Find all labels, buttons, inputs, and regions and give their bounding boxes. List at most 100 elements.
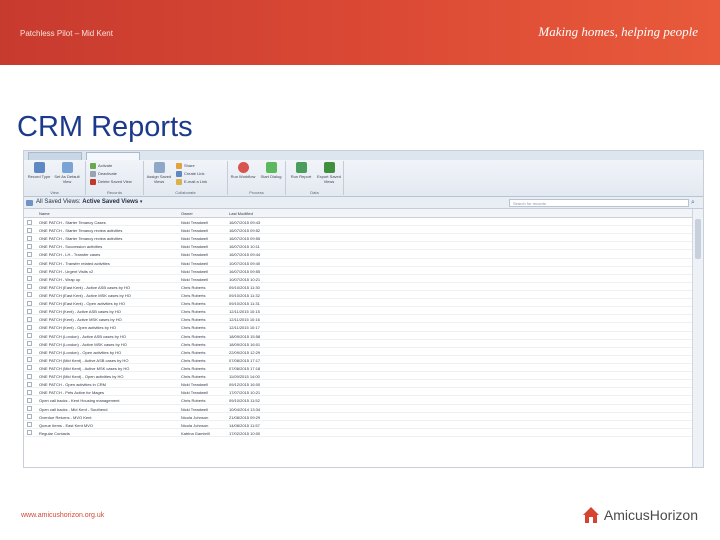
table-row[interactable]: Queue Items - East Kent MVO Nicola Johnso…	[24, 421, 694, 429]
table-row[interactable]: ONE PATCH (London) - Open activities by …	[24, 348, 694, 356]
view-selector[interactable]: All Saved Views: Active Saved Views ▾	[36, 199, 142, 205]
row-checkbox[interactable]	[27, 406, 32, 412]
row-checkbox[interactable]	[27, 397, 32, 403]
row-checkbox[interactable]	[27, 243, 32, 249]
table-row[interactable]: ONE PATCH - Urgent Visits x2 Nicki Treadw…	[24, 267, 694, 275]
record-type-button[interactable]: Record Type	[26, 162, 52, 179]
row-name[interactable]: ONE PATCH (London) - Active MSK cases by…	[39, 342, 127, 347]
row-name[interactable]: Open call backs - Kent Housing managemen…	[39, 398, 120, 403]
search-input[interactable]: Search for records	[509, 199, 689, 207]
row-checkbox[interactable]	[27, 373, 32, 379]
table-row[interactable]: ONE PATCH - LH - Transfer cases Nicki Tre…	[24, 250, 694, 259]
row-checkbox[interactable]	[27, 341, 32, 347]
grid-scrollbar[interactable]	[692, 209, 703, 467]
row-name[interactable]: Open call backs - Mid Kent - Southend	[39, 407, 107, 412]
row-name[interactable]: ONE PATCH - Urgent Visits x2	[39, 269, 93, 274]
row-checkbox[interactable]	[27, 349, 32, 355]
row-checkbox[interactable]	[27, 357, 32, 363]
row-name[interactable]: ONE PATCH (Mid Kent) - Active MSK cases …	[39, 366, 129, 371]
column-header-name[interactable]: Name	[39, 211, 50, 216]
table-row[interactable]: Regular Contacts Katrina Gambrill 17/02/20…	[24, 429, 694, 437]
column-header-modified[interactable]: Last Modified	[229, 211, 253, 216]
row-checkbox[interactable]	[27, 316, 32, 322]
row-name[interactable]: ONE PATCH - Open activities in CRM	[39, 382, 106, 387]
table-row[interactable]: ONE PATCH - Starter Tenancy Cases Nicki T…	[24, 218, 694, 227]
row-name[interactable]: Overdue Returns - MVO Kent	[39, 415, 91, 420]
row-name[interactable]: Regular Contacts	[39, 431, 70, 436]
table-row[interactable]: ONE PATCH (Kent) - Active ASB cases by H…	[24, 307, 694, 316]
row-checkbox[interactable]	[27, 251, 32, 257]
search-icon[interactable]: ⌕	[691, 199, 699, 207]
share-button[interactable]: Share	[176, 162, 195, 169]
row-checkbox[interactable]	[27, 365, 32, 371]
assign-saved-views-button[interactable]: Assign Saved Views	[146, 162, 172, 184]
row-checkbox[interactable]	[27, 284, 32, 290]
table-row[interactable]: ONE PATCH (London) - Active ASB cases by…	[24, 332, 694, 340]
row-name[interactable]: ONE PATCH (Kent) - Open activities by HO	[39, 325, 116, 330]
row-checkbox[interactable]	[27, 292, 32, 298]
row-checkbox[interactable]	[27, 389, 32, 395]
table-row[interactable]: ONE PATCH (Mid Kent) - Active MSK cases …	[24, 364, 694, 373]
row-checkbox[interactable]	[27, 381, 32, 387]
row-checkbox[interactable]	[27, 260, 32, 266]
row-name[interactable]: ONE PATCH - LH - Transfer cases	[39, 252, 100, 257]
ribbon-tab-file[interactable]	[28, 152, 82, 160]
activate-button[interactable]: Activate	[90, 162, 112, 169]
run-workflow-button[interactable]: Run Workflow	[230, 162, 256, 179]
footer-url[interactable]: www.amicushorizon.org.uk	[21, 512, 104, 519]
table-row[interactable]: Open call backs - Mid Kent - Southend Nic…	[24, 405, 694, 413]
row-name[interactable]: ONE PATCH (Mid Kent) - Active ASB cases …	[39, 358, 128, 363]
email-link-button[interactable]: E-mail a Link	[176, 178, 207, 185]
table-row[interactable]: ONE PATCH (Mid Kent) - Active ASB cases …	[24, 356, 694, 364]
export-saved-views-button[interactable]: Export Saved Views	[316, 162, 342, 184]
row-checkbox[interactable]	[27, 430, 32, 436]
row-name[interactable]: Queue Items - East Kent MVO	[39, 423, 93, 428]
row-name[interactable]: ONE PATCH (Kent) - Active MSK cases by H…	[39, 317, 122, 322]
table-row[interactable]: Open call backs - Kent Housing managemen…	[24, 396, 694, 405]
row-checkbox[interactable]	[27, 422, 32, 428]
table-row[interactable]: ONE PATCH - Open activities in CRM Nicki …	[24, 380, 694, 389]
start-dialog-button[interactable]: Start Dialog	[258, 162, 284, 179]
row-name[interactable]: ONE PATCH (London) - Active ASB cases by…	[39, 334, 126, 339]
row-checkbox[interactable]	[27, 235, 32, 241]
row-name[interactable]: ONE PATCH - Starter Tenancy Cases	[39, 220, 106, 225]
row-name[interactable]: ONE PATCH (London) - Open activities by …	[39, 350, 121, 355]
row-checkbox[interactable]	[27, 333, 32, 339]
row-checkbox[interactable]	[27, 324, 32, 330]
table-row[interactable]: ONE PATCH - Starter Tenancy review activ…	[24, 234, 694, 243]
row-name[interactable]: ONE PATCH - Wrap up	[39, 277, 80, 282]
set-default-view-button[interactable]: Set As Default View	[54, 162, 80, 184]
table-row[interactable]: ONE PATCH (Kent) - Open activities by HO…	[24, 323, 694, 332]
row-name[interactable]: ONE PATCH - Starter Tenancy review activ…	[39, 236, 122, 241]
table-row[interactable]: ONE PATCH (East Kent) - Active ASB cases…	[24, 283, 694, 291]
run-report-button[interactable]: Run Report	[288, 162, 314, 179]
row-name[interactable]: ONE PATCH - Pets Active for Mages	[39, 390, 104, 395]
row-checkbox[interactable]	[27, 227, 32, 233]
table-row[interactable]: ONE PATCH (Mid Kent) - Open activities b…	[24, 372, 694, 381]
deactivate-button[interactable]: Deactivate	[90, 170, 117, 177]
row-checkbox[interactable]	[27, 219, 32, 225]
ribbon-tab-saved-views[interactable]	[86, 152, 140, 160]
table-row[interactable]: Overdue Returns - MVO Kent Nicola Johnson…	[24, 413, 694, 421]
row-name[interactable]: ONE PATCH (Mid Kent) - Open activities b…	[39, 374, 124, 379]
row-name[interactable]: ONE PATCH - Transfer related activities	[39, 261, 110, 266]
row-name[interactable]: ONE PATCH (East Kent) - Active ASB cases…	[39, 285, 130, 290]
row-checkbox[interactable]	[27, 276, 32, 282]
row-checkbox[interactable]	[27, 308, 32, 314]
table-row[interactable]: ONE PATCH (East Kent) - Open activities …	[24, 299, 694, 308]
table-row[interactable]: ONE PATCH - Wrap up Nicki Treadwell 10/07/…	[24, 275, 694, 283]
row-name[interactable]: ONE PATCH (Kent) - Active ASB cases by H…	[39, 309, 121, 314]
table-row[interactable]: ONE PATCH (Kent) - Active MSK cases by H…	[24, 315, 694, 324]
row-name[interactable]: ONE PATCH (East Kent) - Active MSK cases…	[39, 293, 131, 298]
table-row[interactable]: ONE PATCH - Starter Tenancy review activ…	[24, 226, 694, 235]
row-checkbox[interactable]	[27, 268, 32, 274]
table-row[interactable]: ONE PATCH - Transfer related activities N…	[24, 259, 694, 267]
create-link-button[interactable]: Create Link	[176, 170, 204, 177]
delete-saved-view-button[interactable]: Delete Saved View	[90, 178, 132, 185]
table-row[interactable]: ONE PATCH (East Kent) - Active MSK cases…	[24, 291, 694, 300]
table-row[interactable]: ONE PATCH - Pets Active for Mages Nicki T…	[24, 388, 694, 397]
table-row[interactable]: ONE PATCH - Succession activities Nicki T…	[24, 242, 694, 251]
row-name[interactable]: ONE PATCH - Succession activities	[39, 244, 102, 249]
row-checkbox[interactable]	[27, 414, 32, 420]
row-name[interactable]: ONE PATCH - Starter Tenancy review activ…	[39, 228, 122, 233]
